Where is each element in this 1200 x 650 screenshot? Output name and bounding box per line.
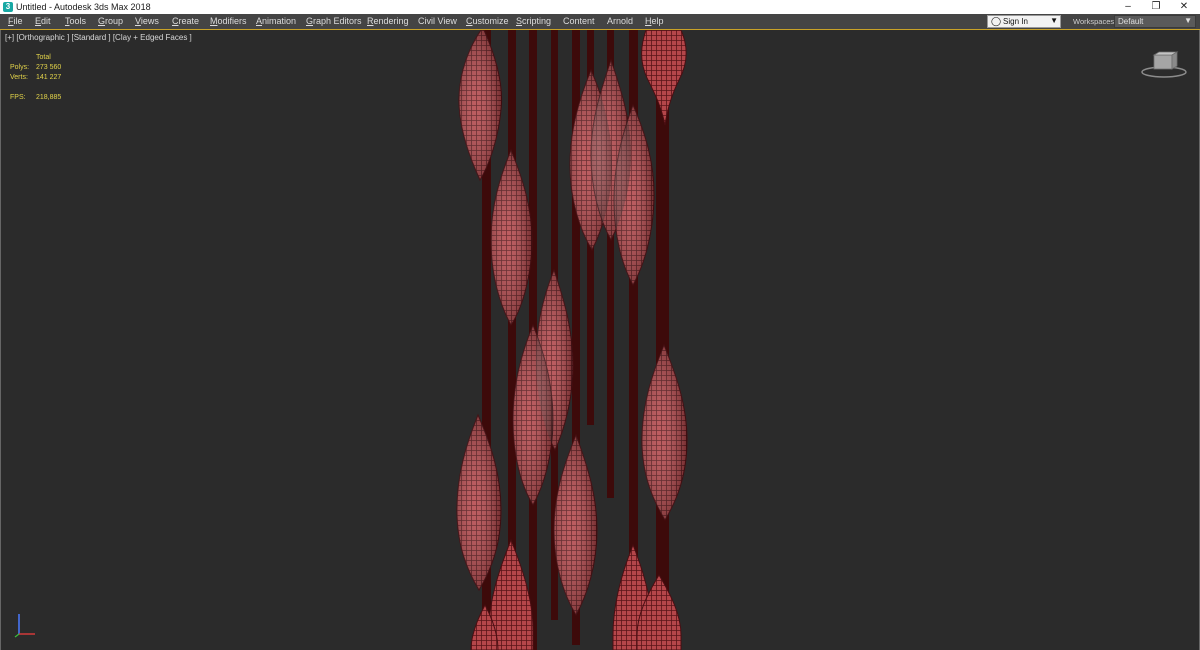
- sign-in-dropdown[interactable]: ◯ Sign In ▼: [987, 15, 1061, 28]
- menu-bar: File Edit Tools Group Views Create Modif…: [0, 14, 1200, 29]
- menu-customize[interactable]: Customize: [466, 16, 509, 27]
- menu-views[interactable]: Views: [135, 16, 159, 27]
- window-title: Untitled - Autodesk 3ds Max 2018: [16, 2, 151, 12]
- viewcube-icon[interactable]: [1139, 50, 1189, 80]
- menu-modifiers[interactable]: Modifiers: [210, 16, 247, 27]
- scene-geometry[interactable]: [1, 30, 1200, 650]
- viewport-label-menu[interactable]: [+] [Orthographic ] [Standard ] [Clay + …: [5, 33, 192, 42]
- menu-edit[interactable]: Edit: [35, 16, 51, 27]
- menu-civil-view[interactable]: Civil View: [418, 16, 457, 27]
- workspace-select[interactable]: Default ▼: [1114, 15, 1196, 28]
- menu-animation[interactable]: Animation: [256, 16, 296, 27]
- verts-label: Verts:: [10, 74, 28, 81]
- menu-graph-editors[interactable]: Graph Editors: [306, 16, 362, 27]
- menu-help[interactable]: Help: [645, 16, 664, 27]
- fps-value: 218,885: [36, 94, 62, 101]
- menu-content[interactable]: Content: [563, 16, 595, 27]
- menu-file[interactable]: File: [8, 16, 23, 27]
- menu-create[interactable]: Create: [172, 16, 199, 27]
- axis-gizmo-icon: [14, 614, 35, 638]
- mesh-bulb: [641, 30, 687, 126]
- workspaces-label: Workspaces:: [1073, 17, 1117, 26]
- person-icon: ◯: [991, 16, 1002, 26]
- chevron-down-icon: ▼: [1184, 16, 1192, 25]
- stats-header: Total: [36, 54, 51, 61]
- verts-value: 141 227: [36, 74, 62, 81]
- menu-tools[interactable]: Tools: [65, 16, 86, 27]
- polys-label: Polys:: [10, 64, 30, 71]
- polys-value: 273 560: [36, 64, 62, 71]
- chevron-down-icon: ▼: [1050, 16, 1058, 25]
- menu-rendering[interactable]: Rendering: [367, 16, 409, 27]
- menu-scripting[interactable]: Scripting: [516, 16, 551, 27]
- fps-label: FPS:: [10, 94, 26, 101]
- rod: [656, 30, 669, 650]
- restore-button[interactable]: ❐: [1142, 0, 1170, 14]
- 3ds-max-logo-icon: 3: [3, 2, 13, 12]
- close-button[interactable]: ✕: [1170, 0, 1198, 14]
- sign-in-label: Sign In: [1003, 17, 1028, 26]
- workspace-value: Default: [1118, 17, 1144, 26]
- minimize-button[interactable]: –: [1114, 0, 1142, 14]
- menu-arnold[interactable]: Arnold: [607, 16, 633, 27]
- viewport-orthographic[interactable]: [+] [Orthographic ] [Standard ] [Clay + …: [0, 30, 1200, 650]
- title-bar: 3 Untitled - Autodesk 3ds Max 2018 – ❐ ✕: [0, 0, 1200, 14]
- menu-group[interactable]: Group: [98, 16, 123, 27]
